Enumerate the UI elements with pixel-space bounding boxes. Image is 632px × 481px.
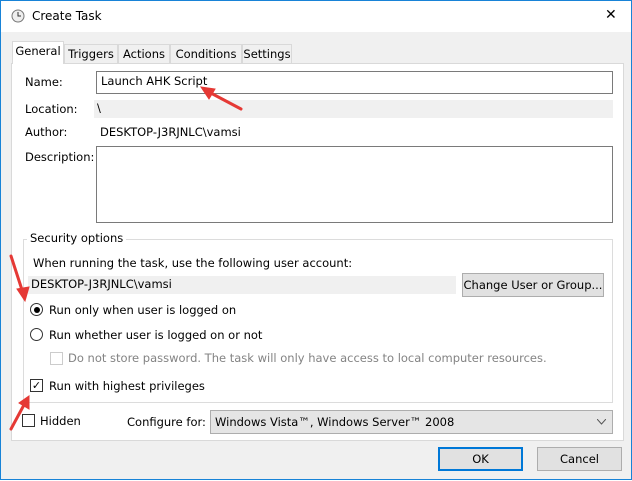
run-logged-on-radio[interactable] [30, 303, 43, 316]
tab-conditions[interactable]: Conditions [170, 44, 242, 64]
create-task-dialog: Create Task ✕ General Triggers Actions C… [0, 0, 632, 480]
close-icon[interactable]: ✕ [605, 7, 617, 23]
configure-for-value: Windows Vista™, Windows Server™ 2008 [215, 415, 455, 429]
run-logged-on-label[interactable]: Run only when user is logged on [49, 303, 236, 317]
run-whether-label[interactable]: Run whether user is logged on or not [49, 328, 262, 342]
name-label: Name: [25, 75, 63, 89]
ok-button[interactable]: OK [438, 447, 523, 471]
tab-actions[interactable]: Actions [118, 44, 170, 64]
user-account-value: DESKTOP-J3RJNLC\vamsi [28, 276, 456, 294]
name-input[interactable]: Launch AHK Script [96, 71, 613, 94]
tab-settings[interactable]: Settings [242, 44, 292, 64]
highest-privileges-label[interactable]: Run with highest privileges [49, 379, 205, 393]
run-whether-radio[interactable] [30, 328, 43, 341]
hidden-checkbox[interactable] [22, 414, 35, 427]
cancel-button[interactable]: Cancel [537, 447, 622, 471]
tab-general[interactable]: General [12, 41, 64, 64]
configure-for-label: Configure for: [127, 415, 206, 429]
author-value: DESKTOP-J3RJNLC\vamsi [100, 125, 241, 139]
author-label: Author: [25, 125, 68, 139]
chevron-down-icon [597, 419, 606, 425]
clock-icon [11, 9, 25, 23]
configure-for-select[interactable]: Windows Vista™, Windows Server™ 2008 [210, 410, 613, 434]
highest-privileges-checkbox[interactable]: ✓ [30, 379, 43, 392]
security-options-legend: Security options [27, 231, 127, 245]
description-input[interactable] [96, 146, 613, 223]
tab-triggers[interactable]: Triggers [64, 44, 118, 64]
location-value: \ [94, 100, 613, 118]
no-store-password-label: Do not store password. The task will onl… [68, 351, 547, 365]
description-label: Description: [25, 150, 95, 164]
account-prompt: When running the task, use the following… [33, 256, 353, 270]
hidden-label[interactable]: Hidden [40, 414, 81, 428]
change-user-button[interactable]: Change User or Group... [462, 273, 604, 297]
location-label: Location: [25, 102, 78, 116]
title-bar: Create Task ✕ [1, 1, 631, 32]
window-title: Create Task [32, 9, 102, 23]
no-store-password-checkbox[interactable] [50, 352, 63, 365]
